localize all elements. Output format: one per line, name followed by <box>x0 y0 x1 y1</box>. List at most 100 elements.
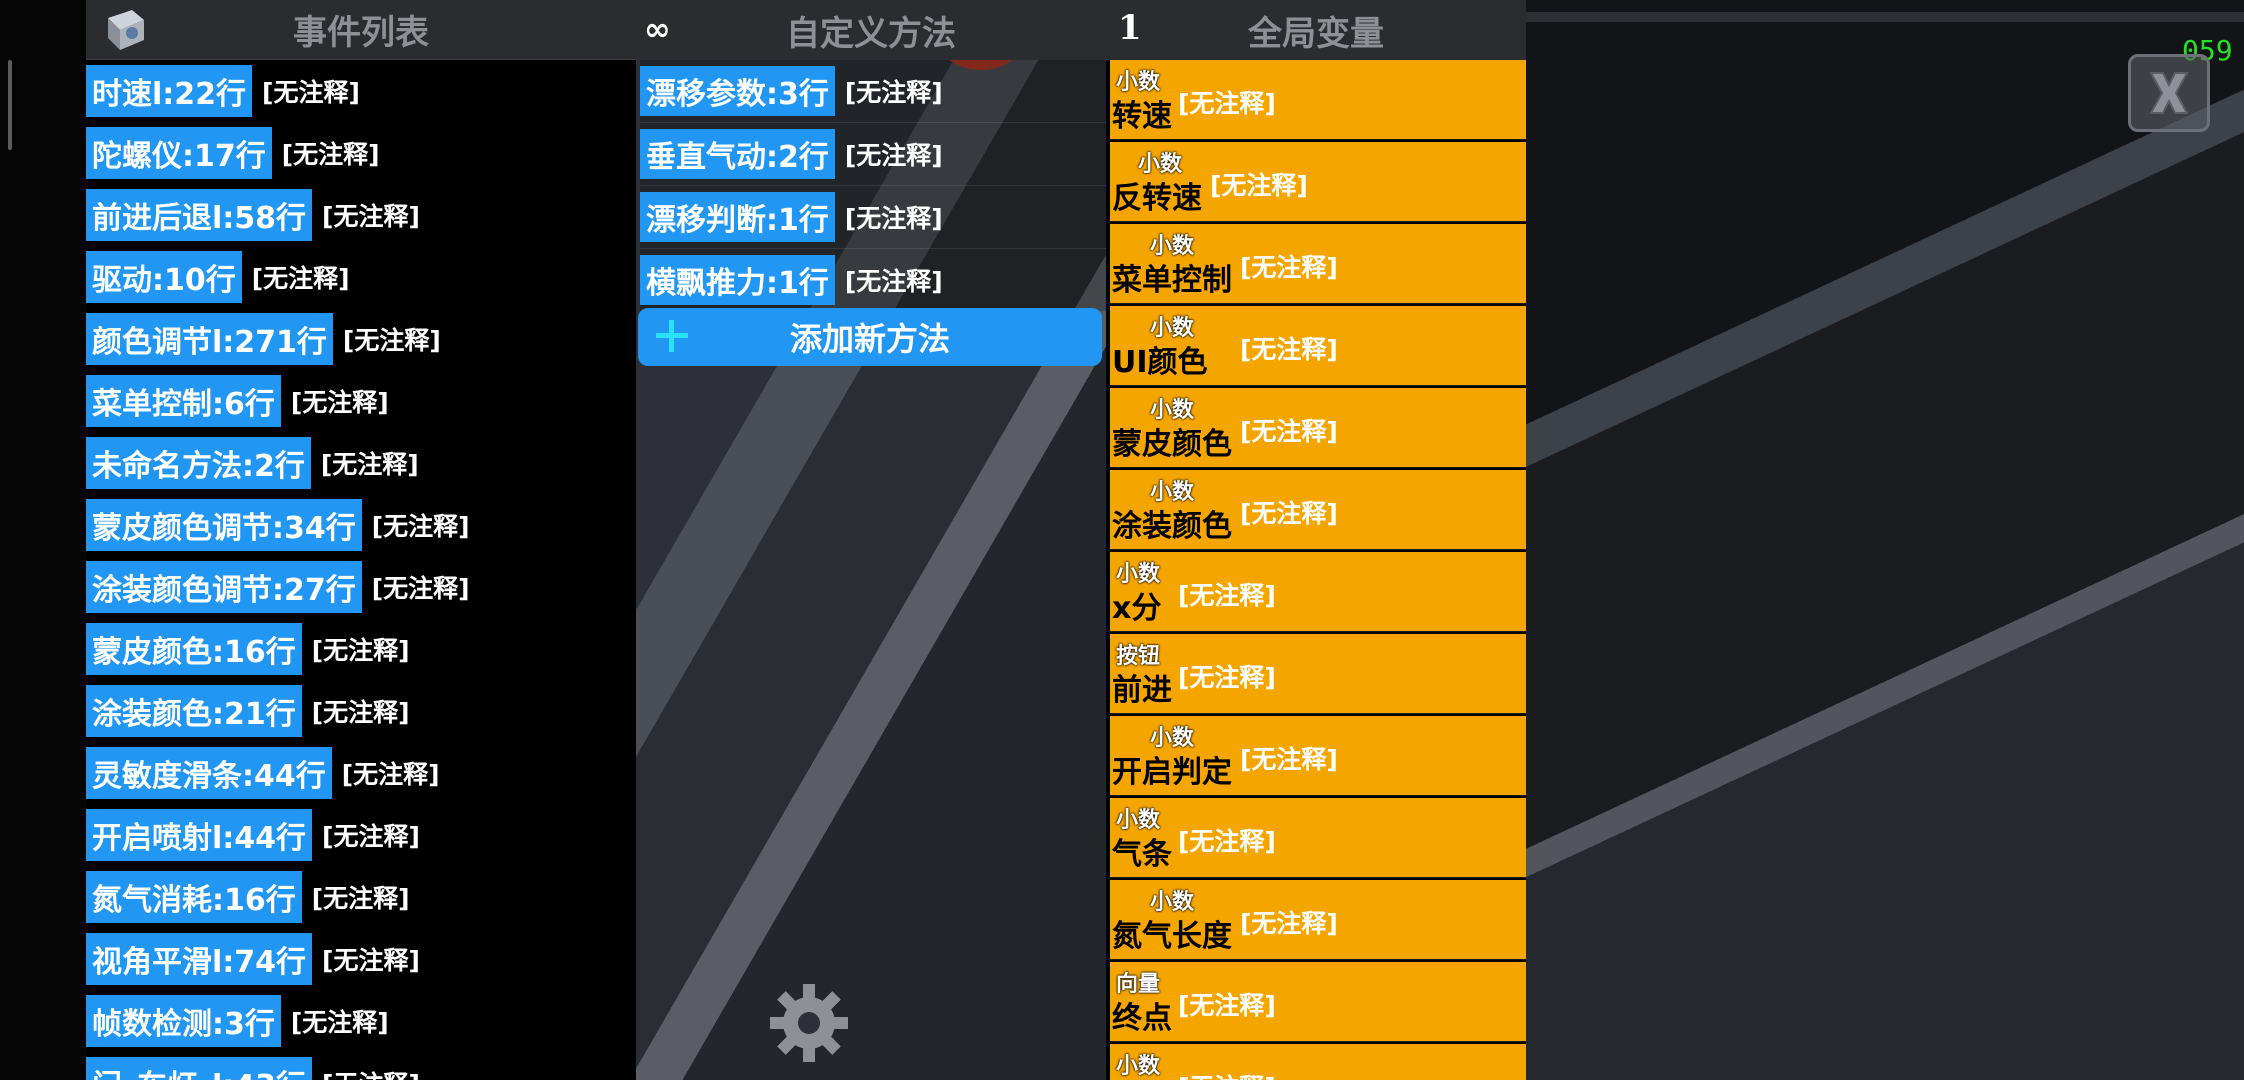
variable-item[interactable]: 小数 UI颜色 [无注释] <box>1110 306 1526 386</box>
add-method-button[interactable]: 添加新方法 <box>638 308 1102 366</box>
event-row[interactable]: 驱动:10行 [无注释] <box>86 246 636 308</box>
method-row[interactable]: 漂移判断:1行 [无注释] <box>640 186 1106 249</box>
event-panel-header: 事件列表 <box>86 0 636 60</box>
variable-name: 开启判定 <box>1112 755 1232 790</box>
variable-item[interactable]: 小数 菜单控制 [无注释] <box>1110 224 1526 304</box>
event-label[interactable]: 时速l:22行 <box>86 65 253 117</box>
variable-name: 菜单控制 <box>1112 263 1232 298</box>
event-note: [无注释] <box>371 512 470 541</box>
event-label[interactable]: 未命名方法:2行 <box>86 437 311 489</box>
event-label[interactable]: 颜色调节l:271行 <box>86 313 333 365</box>
event-row[interactable]: 菜单控制:6行 [无注释] <box>86 370 636 432</box>
variable-note: [无注释] <box>1178 663 1276 692</box>
variable-item[interactable]: 小数 开启判定 [无注释] <box>1110 716 1526 796</box>
event-row[interactable]: 时速l:22行 [无注释] <box>86 60 636 122</box>
variable-item[interactable]: 小数 反转速 [无注释] <box>1110 142 1526 222</box>
variable-item[interactable]: 小数 [无注释] <box>1110 1044 1526 1080</box>
event-row[interactable]: 氮气消耗:16行 [无注释] <box>86 866 636 928</box>
variable-note: [无注释] <box>1178 991 1276 1020</box>
method-panel-title: 自定义方法 <box>786 13 956 54</box>
event-note: [无注释] <box>342 326 441 355</box>
event-row[interactable]: 门_车灯_l:43行 [无注释] <box>86 1052 636 1080</box>
event-row[interactable]: 视角平滑l:74行 [无注释] <box>86 928 636 990</box>
event-label[interactable]: 氮气消耗:16行 <box>86 871 302 923</box>
variable-note: [无注释] <box>1178 581 1276 610</box>
variable-item[interactable]: 小数 蒙皮颜色 [无注释] <box>1110 388 1526 468</box>
event-row[interactable]: 陀螺仪:17行 [无注释] <box>86 122 636 184</box>
variable-item[interactable]: 向量 终点 [无注释] <box>1110 962 1526 1042</box>
event-note: [无注释] <box>322 1065 420 1080</box>
method-row[interactable]: 漂移参数:3行 [无注释] <box>640 60 1106 123</box>
variable-note: [无注释] <box>1240 909 1338 938</box>
event-row[interactable]: 前进后退l:58行 [无注释] <box>86 184 636 246</box>
scrollbar-handle[interactable] <box>8 60 12 150</box>
variable-name: UI颜色 <box>1112 345 1208 380</box>
event-label[interactable]: 菜单控制:6行 <box>86 375 281 427</box>
method-note: [无注释] <box>844 204 943 233</box>
event-label[interactable]: 驱动:10行 <box>86 251 242 303</box>
variable-item[interactable]: 小数 氮气长度 [无注释] <box>1110 880 1526 960</box>
variable-list: 小数 转速 [无注释] 小数 反转速 [无注释] 小数 菜单控制 [无注释] 小数 UI颜色 [无注释… <box>1110 60 1526 1080</box>
variable-item[interactable]: 小数 涂装颜色 [无注释] <box>1110 470 1526 550</box>
event-note: [无注释] <box>341 760 440 789</box>
event-note: [无注释] <box>320 450 419 479</box>
event-note: [无注释] <box>322 822 420 851</box>
variable-item[interactable]: 小数 转速 [无注释] <box>1110 60 1526 140</box>
variable-note: [无注释] <box>1240 335 1338 364</box>
event-row[interactable]: 蒙皮颜色调节:34行 [无注释] <box>86 494 636 556</box>
method-row[interactable]: 垂直气动:2行 [无注释] <box>640 123 1106 186</box>
method-panel: ∞ 自定义方法 漂移参数:3行 [无注释] 垂直气动:2行 [无注释] 漂移判断:1行 [… <box>636 0 1106 1080</box>
variable-note: [无注释] <box>1178 89 1276 118</box>
method-list: 漂移参数:3行 [无注释] 垂直气动:2行 [无注释] 漂移判断:1行 [无注释] 横飘推力… <box>640 60 1106 312</box>
event-row[interactable]: 涂装颜色:21行 [无注释] <box>86 680 636 742</box>
method-label[interactable]: 横飘推力:1行 <box>640 255 835 305</box>
event-label[interactable]: 帧数检测:3行 <box>86 995 281 1047</box>
variable-name: 蒙皮颜色 <box>1112 427 1232 462</box>
variable-name: x分 <box>1112 591 1162 626</box>
event-row[interactable]: 蒙皮颜色:16行 [无注释] <box>86 618 636 680</box>
variable-note: [无注释] <box>1178 827 1276 856</box>
event-label[interactable]: 前进后退l:58行 <box>86 189 313 241</box>
variable-note: [无注释] <box>1240 499 1338 528</box>
variable-name: 气条 <box>1112 837 1172 872</box>
variable-note: [无注释] <box>1240 745 1338 774</box>
event-label[interactable]: 开启喷射l:44行 <box>86 809 313 861</box>
event-row[interactable]: 颜色调节l:271行 [无注释] <box>86 308 636 370</box>
method-row[interactable]: 横飘推力:1行 [无注释] <box>640 249 1106 312</box>
event-row[interactable]: 帧数检测:3行 [无注释] <box>86 990 636 1052</box>
variable-item[interactable]: 小数 x分 [无注释] <box>1110 552 1526 632</box>
event-note: [无注释] <box>262 78 360 107</box>
top-rail <box>1526 12 2244 22</box>
variable-note: [无注释] <box>1240 417 1338 446</box>
gear-icon[interactable] <box>766 980 852 1066</box>
event-label[interactable]: 灵敏度滑条:44行 <box>86 747 332 799</box>
variable-panel-header: 1 全局变量 <box>1106 0 1526 60</box>
variable-note: [无注释] <box>1210 171 1308 200</box>
variable-name: 氮气长度 <box>1112 919 1232 954</box>
variable-name: 终点 <box>1112 1001 1172 1036</box>
method-label[interactable]: 漂移判断:1行 <box>640 192 835 242</box>
event-note: [无注释] <box>281 140 380 169</box>
event-note: [无注释] <box>322 946 420 975</box>
method-note: [无注释] <box>844 141 943 170</box>
cube-icon[interactable] <box>98 4 148 54</box>
game-viewport <box>1526 0 2244 1080</box>
variable-name: 前进 <box>1112 673 1172 708</box>
variable-item[interactable]: 小数 气条 [无注释] <box>1110 798 1526 878</box>
method-label[interactable]: 垂直气动:2行 <box>640 129 835 179</box>
event-label[interactable]: 涂装颜色调节:27行 <box>86 561 362 613</box>
event-row[interactable]: 涂装颜色调节:27行 [无注释] <box>86 556 636 618</box>
event-label[interactable]: 视角平滑l:74行 <box>86 933 313 985</box>
method-label[interactable]: 漂移参数:3行 <box>640 66 835 116</box>
event-row[interactable]: 开启喷射l:44行 [无注释] <box>86 804 636 866</box>
close-button[interactable] <box>2128 54 2210 132</box>
event-label[interactable]: 蒙皮颜色:16行 <box>86 623 302 675</box>
event-label[interactable]: 门_车灯_l:43行 <box>86 1057 313 1080</box>
event-label[interactable]: 蒙皮颜色调节:34行 <box>86 499 362 551</box>
event-row[interactable]: 未命名方法:2行 [无注释] <box>86 432 636 494</box>
event-label[interactable]: 陀螺仪:17行 <box>86 127 272 179</box>
event-label[interactable]: 涂装颜色:21行 <box>86 685 302 737</box>
event-row[interactable]: 灵敏度滑条:44行 [无注释] <box>86 742 636 804</box>
variable-item[interactable]: 按钮 前进 [无注释] <box>1110 634 1526 714</box>
event-note: [无注释] <box>311 884 410 913</box>
